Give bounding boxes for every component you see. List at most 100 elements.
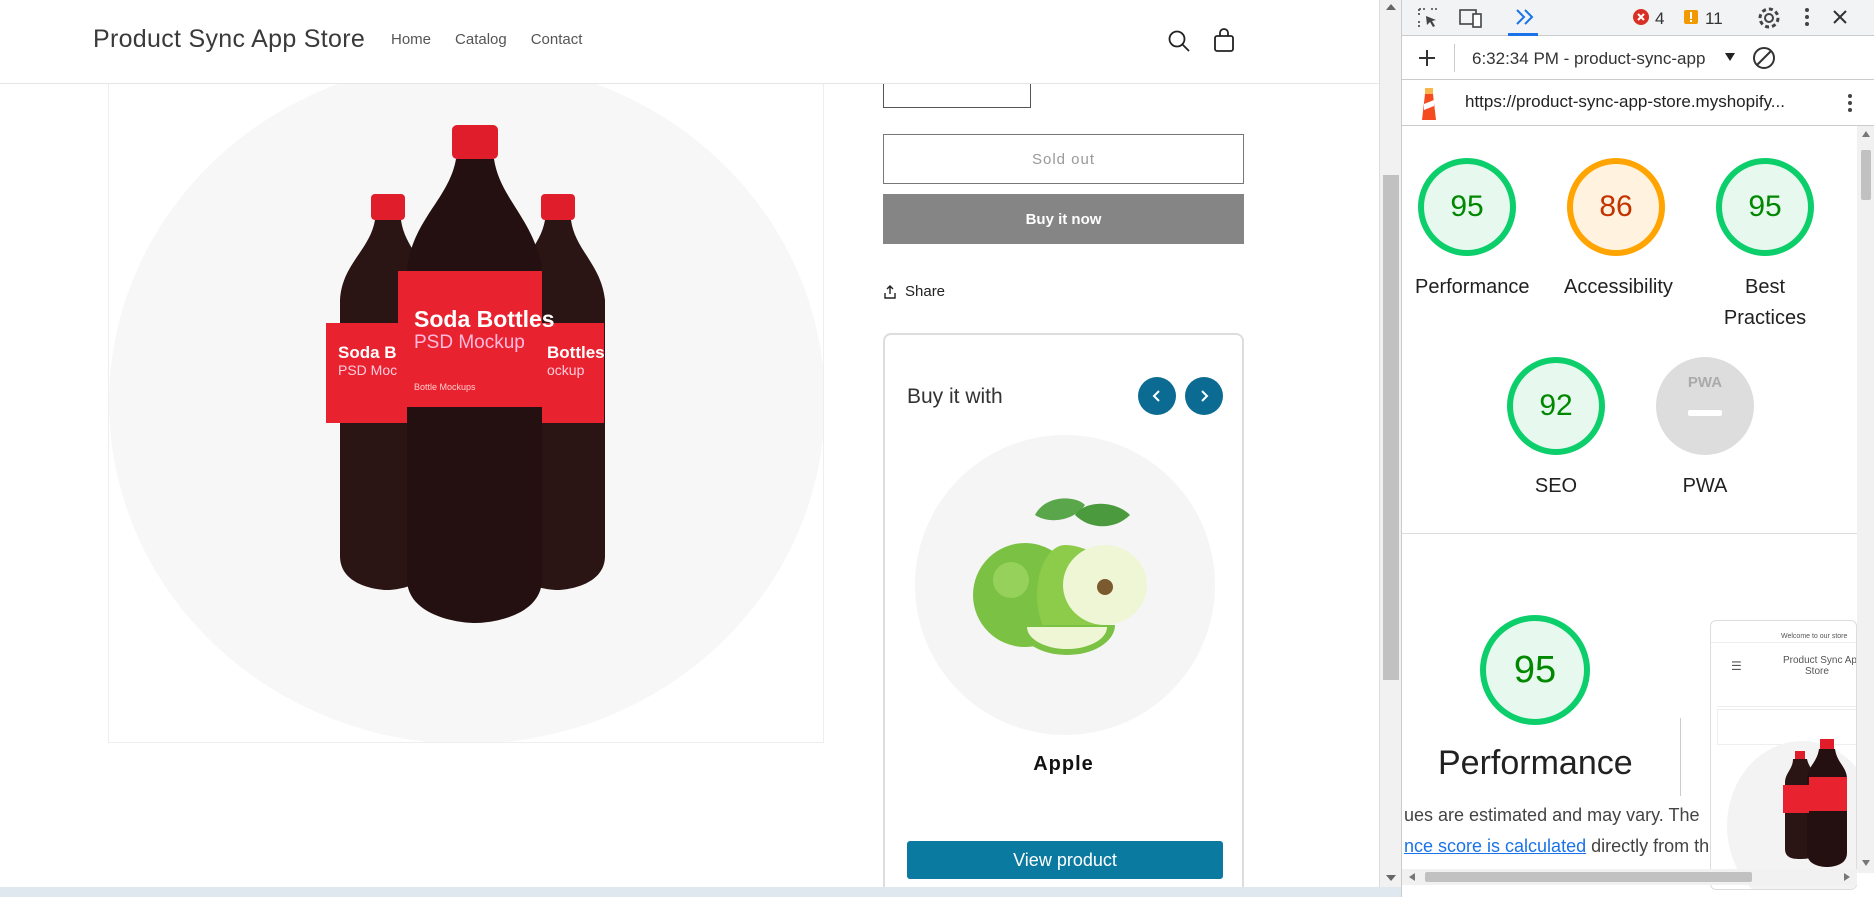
error-count[interactable]: 4 [1655, 9, 1664, 29]
gauge-seo[interactable]: 92 SEO [1504, 354, 1608, 502]
chevron-right-icon [1201, 390, 1209, 402]
label-accessibility: Accessibility [1564, 276, 1673, 298]
label-best-practices: Best Practices [1713, 272, 1817, 334]
devtools-horizontal-thumb[interactable] [1425, 872, 1752, 882]
score-best-practices: 95 [1748, 190, 1782, 223]
store-logo[interactable]: Product Sync App Store [93, 25, 365, 54]
page-screenshot-thumbnail[interactable]: Welcome to our store ☰ Product Sync Ap St… [1710, 620, 1857, 890]
dt-scroll-up-icon[interactable] [1861, 130, 1871, 138]
device-toolbar-icon[interactable] [1458, 6, 1484, 30]
thumb-announcement: Welcome to our store [1711, 621, 1856, 643]
bottle-label-right-sub: ockup [547, 362, 585, 378]
scroll-up-icon[interactable] [1385, 2, 1397, 12]
inspect-element-icon[interactable] [1416, 6, 1440, 30]
label-performance: Performance [1415, 276, 1530, 298]
thumb-bottles-image [1783, 739, 1847, 867]
lighthouse-report-bar: 6:32:34 PM - product-sync-app [1402, 36, 1874, 80]
score-seo: 92 [1539, 389, 1573, 422]
window-bottom-edge [0, 887, 1401, 897]
buy-it-with-card: Buy it with Apple View product [883, 333, 1244, 897]
carousel-prev-button[interactable] [1138, 377, 1176, 415]
page-scrollbar-thumb[interactable] [1383, 175, 1399, 680]
clear-icon[interactable] [1751, 45, 1777, 71]
perf-score-link[interactable]: nce score is calculated [1404, 836, 1586, 856]
gauge-accessibility[interactable]: 86 Accessibility [1564, 155, 1673, 303]
toolbar-divider [1454, 44, 1455, 72]
dt-scroll-right-icon[interactable] [1843, 872, 1851, 882]
pwa-badge-icon [1656, 357, 1754, 455]
apple-image [973, 498, 1147, 655]
audited-url: https://product-sync-app-store.myshopify… [1465, 92, 1785, 111]
product-media[interactable]: Soda Bottles PSD Mockup Bottle Mockups S… [108, 60, 824, 743]
devtools-vertical-thumb[interactable] [1861, 150, 1871, 200]
performance-heading: Performance [1438, 744, 1633, 782]
label-pwa: PWA [1682, 475, 1728, 497]
share-icon [884, 284, 896, 299]
label-best: Best [1744, 276, 1786, 298]
perf-text-2: directly from the [1591, 836, 1720, 856]
lighthouse-url-bar: https://product-sync-app-store.myshopify… [1402, 80, 1874, 126]
close-devtools-icon[interactable] [1831, 8, 1849, 26]
settings-gear-icon[interactable] [1756, 5, 1782, 31]
nav-catalog[interactable]: Catalog [455, 31, 507, 48]
sold-out-button[interactable]: Sold out [883, 134, 1244, 184]
bottle-label-small: Bottle Mockups [414, 382, 476, 392]
vertical-divider [1680, 718, 1681, 796]
buy-it-with-title: Buy it with [907, 385, 1003, 408]
performance-description: ues are estimated and may vary. The nce … [1404, 800, 1719, 862]
chevron-left-icon [1152, 390, 1160, 402]
thumb-store-line1: Product Sync Ap [1783, 655, 1857, 666]
buy-it-now-button[interactable]: Buy it now [883, 194, 1244, 244]
thumb-menu-icon: ☰ [1731, 659, 1742, 673]
scroll-down-icon[interactable] [1385, 873, 1397, 883]
thumb-store-line2: Store [1805, 666, 1829, 677]
section-divider [1402, 533, 1857, 534]
label-practices: Practices [1723, 307, 1807, 329]
bottle-label-left: Soda B [338, 343, 397, 362]
thumb-store-name: Product Sync Ap Store [1783, 655, 1857, 677]
search-icon[interactable] [1164, 26, 1194, 56]
report-selector[interactable]: 6:32:34 PM - product-sync-app [1472, 49, 1724, 69]
main-nav: Home Catalog Contact [391, 31, 582, 48]
dt-scroll-left-icon[interactable] [1408, 872, 1416, 882]
share-button[interactable]: Share [883, 283, 945, 300]
bottle-label-left-sub: PSD Moc [338, 362, 398, 378]
gauge-performance[interactable]: 95 Performance [1415, 155, 1530, 303]
bottle-label-sub: PSD Mockup [414, 332, 525, 353]
related-product-name[interactable]: Apple [885, 753, 1242, 776]
devtools-vertical-scrollbar[interactable] [1857, 126, 1874, 873]
more-tabs-icon[interactable] [1513, 7, 1537, 27]
performance-big-score: 95 [1513, 648, 1557, 691]
gauge-pwa[interactable]: PWA PWA [1653, 354, 1757, 502]
dropdown-caret-icon[interactable] [1724, 52, 1736, 62]
devtools-panel: 4 11 6:32:34 PM - product-sync-app https… [1401, 0, 1874, 897]
nav-home[interactable]: Home [391, 31, 431, 48]
store-header: Product Sync App Store Home Catalog Cont… [0, 0, 1379, 84]
bottle-label-main: Soda Bottles [414, 306, 555, 332]
perf-text-1: ues are estimated and may vary. The [1404, 805, 1700, 825]
nav-contact[interactable]: Contact [531, 31, 583, 48]
devtools-horizontal-scrollbar[interactable] [1402, 869, 1857, 885]
page-scrollbar[interactable] [1379, 0, 1401, 897]
devtools-toolbar: 4 11 [1402, 0, 1874, 36]
score-accessibility: 86 [1599, 190, 1633, 223]
dt-scroll-down-icon[interactable] [1861, 859, 1871, 867]
label-seo: SEO [1534, 475, 1578, 497]
pwa-badge-text: PWA [1687, 374, 1723, 391]
view-product-button[interactable]: View product [907, 841, 1223, 879]
storefront-page: Product Sync App Store Home Catalog Cont… [0, 0, 1379, 897]
lighthouse-icon [1422, 88, 1436, 120]
warning-count[interactable]: 11 [1705, 9, 1723, 29]
gauge-best-practices[interactable]: 95 Best Practices [1713, 155, 1817, 334]
error-icon[interactable] [1632, 8, 1650, 26]
apple-image-frame[interactable] [915, 435, 1215, 735]
report-menu-icon[interactable] [1845, 92, 1855, 114]
warning-icon[interactable] [1683, 9, 1699, 25]
bottle-label-right: Bottles [547, 343, 605, 362]
add-report-icon[interactable] [1416, 47, 1438, 69]
soda-bottles-image [326, 125, 605, 623]
kebab-menu-icon[interactable] [1802, 6, 1812, 28]
carousel-next-button[interactable] [1185, 377, 1223, 415]
share-label: Share [905, 283, 946, 300]
cart-icon[interactable] [1209, 26, 1239, 56]
